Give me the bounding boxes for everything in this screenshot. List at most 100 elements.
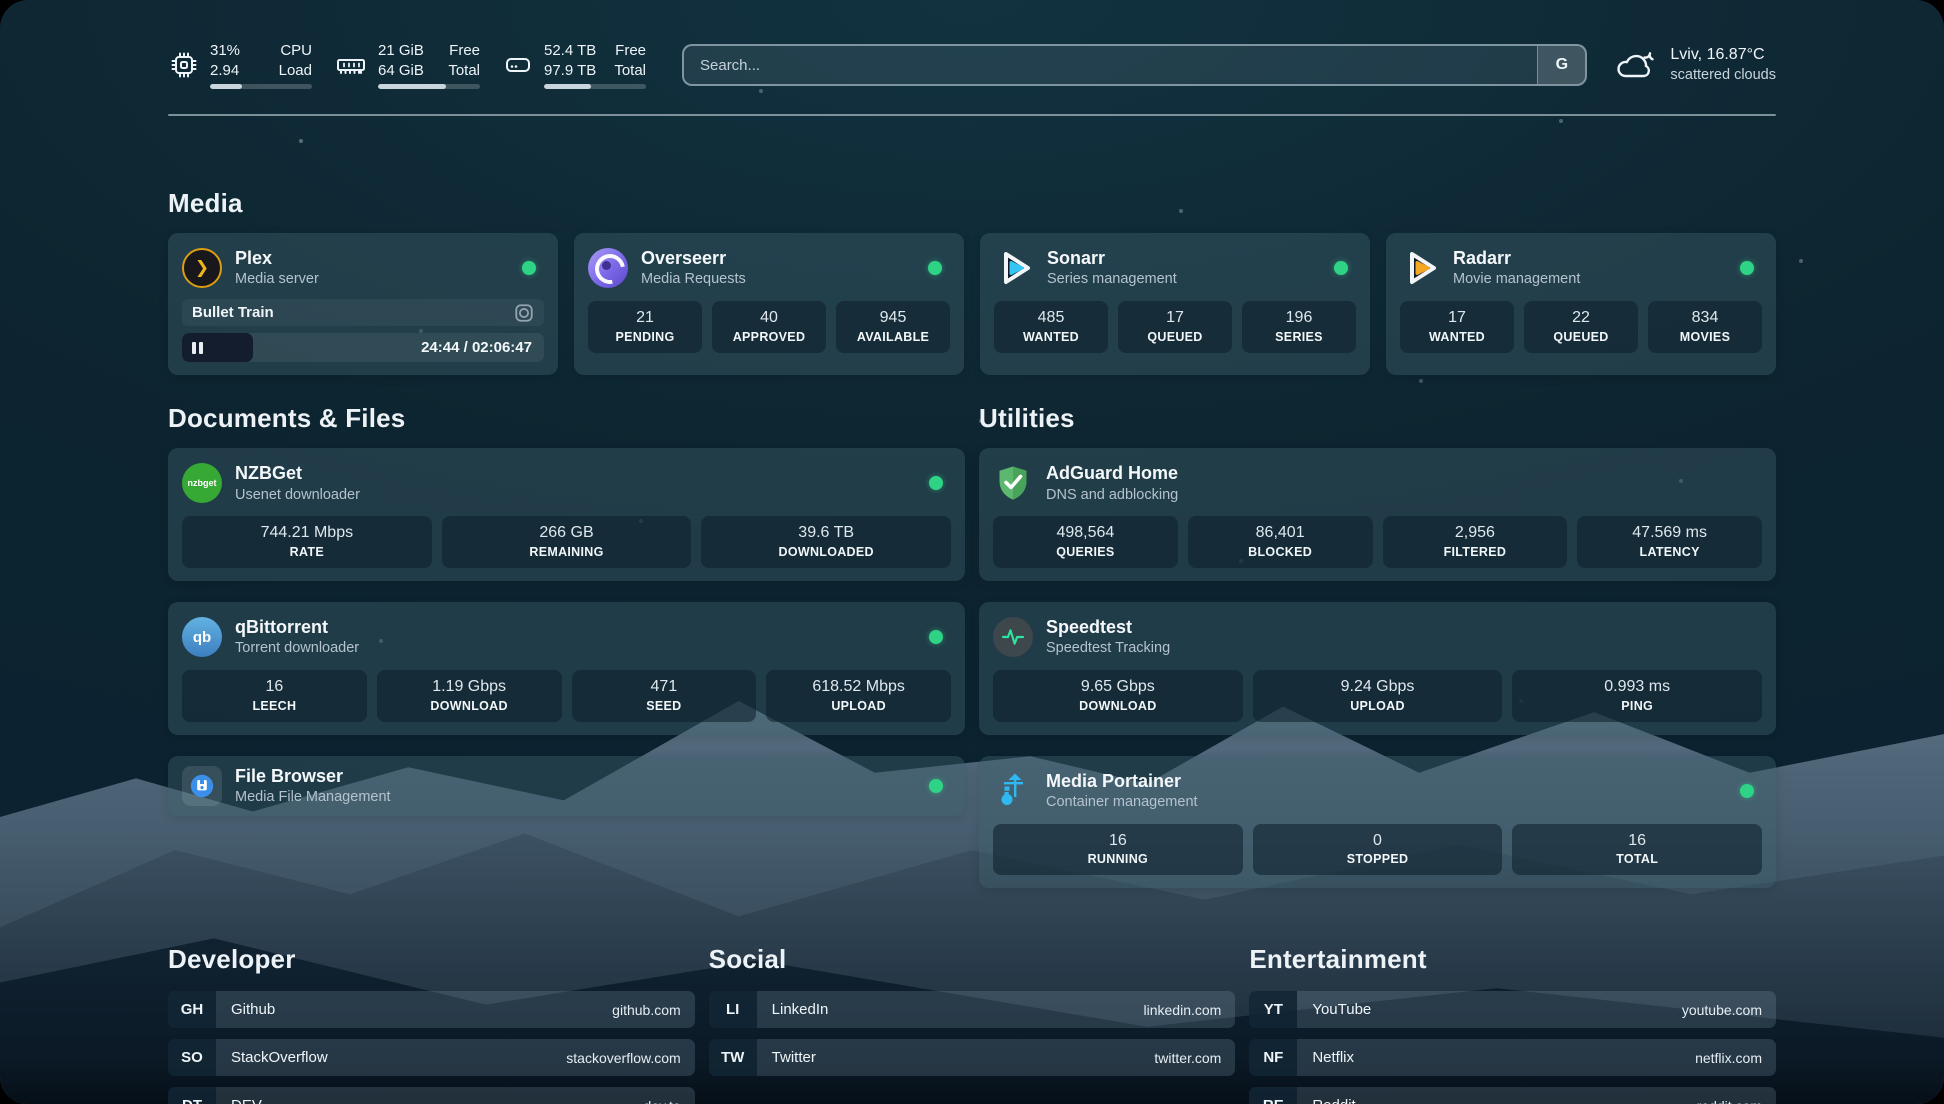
search-engine-button[interactable]: G [1537, 46, 1585, 84]
stat-ping: 0.993 msPING [1512, 670, 1762, 721]
stat-movies: 834MOVIES [1648, 301, 1762, 352]
memory-icon [334, 49, 368, 81]
portainer-card[interactable]: Media Portainer Container management 16R… [979, 756, 1776, 889]
search-bar: G [682, 44, 1587, 86]
disk-stat-group: 52.4 TB 97.9 TB Free Total [502, 41, 646, 89]
app-name: Overseerr [641, 247, 746, 270]
bookmark-youtube[interactable]: YT YouTube youtube.com [1249, 991, 1776, 1028]
snow-specks [0, 0, 2, 2]
cpu-usage-label: CPU [279, 41, 312, 61]
qbittorrent-icon: qb [182, 617, 222, 657]
app-name: Radarr [1453, 247, 1580, 270]
memory-free-label: Free [448, 41, 480, 61]
stat-download: 9.65 GbpsDOWNLOAD [993, 670, 1243, 721]
app-description: Media Requests [641, 270, 746, 289]
adguard-card[interactable]: AdGuard Home DNS and adblocking 498,564Q… [979, 448, 1776, 581]
memory-stat-group: 21 GiB 64 GiB Free Total [334, 41, 480, 89]
bookmark-name: DEV [216, 1087, 262, 1104]
app-name: Media Portainer [1046, 770, 1198, 793]
stat-queued: 22QUEUED [1524, 301, 1638, 352]
adguard-icon [993, 463, 1033, 503]
disk-free-value: 52.4 TB [544, 41, 596, 61]
weather-location-temp: Lviv, 16.87°C [1670, 44, 1776, 66]
stat-series: 196SERIES [1242, 301, 1356, 352]
stat-wanted: 17WANTED [1400, 301, 1514, 352]
online-status-dot [1334, 261, 1348, 275]
section-title-documents: Documents & Files [168, 403, 965, 434]
filebrowser-card[interactable]: File Browser Media File Management [168, 756, 965, 816]
memory-progress-bar [378, 84, 480, 89]
bookmark-netflix[interactable]: NF Netflix netflix.com [1249, 1039, 1776, 1076]
plex-card[interactable]: ❯ Plex Media server Bullet Train [168, 233, 558, 375]
cpu-load-label: Load [279, 61, 312, 81]
app-description: Usenet downloader [235, 486, 360, 505]
stat-upload: 9.24 GbpsUPLOAD [1253, 670, 1503, 721]
weather-widget[interactable]: Lviv, 16.87°C scattered clouds [1613, 44, 1776, 85]
app-name: Speedtest [1046, 616, 1170, 639]
cpu-progress-bar [210, 84, 312, 89]
radarr-card[interactable]: Radarr Movie management 17WANTED 22QUEUE… [1386, 233, 1776, 375]
bookmark-url: linkedin.com [1144, 991, 1236, 1028]
bookmark-name: LinkedIn [757, 991, 829, 1028]
stat-blocked: 86,401BLOCKED [1188, 516, 1373, 567]
playback-progress-bar[interactable]: 24:44 / 02:06:47 [182, 333, 544, 362]
search-input[interactable] [682, 44, 1587, 86]
online-status-dot [1740, 261, 1754, 275]
section-title-entertainment: Entertainment [1249, 944, 1776, 975]
online-status-dot [522, 261, 536, 275]
bookmark-group-developer: Developer GH Github github.com SO StackO… [168, 944, 695, 1104]
sonarr-icon [994, 248, 1034, 288]
bookmark-twitter[interactable]: TW Twitter twitter.com [709, 1039, 1236, 1076]
bookmark-name: Twitter [757, 1039, 816, 1076]
bookmark-name: Reddit [1297, 1087, 1355, 1104]
stat-leech: 16LEECH [182, 670, 367, 721]
portainer-icon [993, 771, 1033, 811]
speedtest-card[interactable]: Speedtest Speedtest Tracking 9.65 GbpsDO… [979, 602, 1776, 735]
bookmark-dev[interactable]: DT DEV dev.to [168, 1087, 695, 1104]
bookmark-abbr: RE [1249, 1087, 1297, 1104]
overseerr-card[interactable]: Overseerr Media Requests 21PENDING 40APP… [574, 233, 964, 375]
app-description: Torrent downloader [235, 639, 359, 658]
qbittorrent-card[interactable]: qb qBittorrent Torrent downloader 16LEEC… [168, 602, 965, 735]
disk-icon [502, 49, 534, 81]
bookmark-linkedin[interactable]: LI LinkedIn linkedin.com [709, 991, 1236, 1028]
bookmark-abbr: YT [1249, 991, 1297, 1028]
bookmark-url: stackoverflow.com [566, 1039, 694, 1076]
bookmark-name: Netflix [1297, 1039, 1354, 1076]
header-divider [168, 114, 1776, 116]
stat-approved: 40APPROVED [712, 301, 826, 352]
stat-total: 16TOTAL [1512, 824, 1762, 875]
weather-condition: scattered clouds [1670, 66, 1776, 86]
speedtest-icon [993, 617, 1033, 657]
app-name: AdGuard Home [1046, 462, 1178, 485]
memory-total-label: Total [448, 61, 480, 81]
bookmark-name: Github [216, 991, 275, 1028]
memory-free-value: 21 GiB [378, 41, 424, 61]
stat-remaining: 266 GBREMAINING [442, 516, 692, 567]
bookmark-stackoverflow[interactable]: SO StackOverflow stackoverflow.com [168, 1039, 695, 1076]
stat-download: 1.19 GbpsDOWNLOAD [377, 670, 562, 721]
pause-icon [192, 342, 196, 354]
bookmark-reddit[interactable]: RE Reddit reddit.com [1249, 1087, 1776, 1104]
stat-stopped: 0STOPPED [1253, 824, 1503, 875]
bookmark-abbr: TW [709, 1039, 757, 1076]
playback-time: 24:44 / 02:06:47 [421, 333, 532, 362]
now-playing-title: Bullet Train [192, 304, 274, 321]
bookmark-abbr: GH [168, 991, 216, 1028]
online-status-dot [929, 630, 943, 644]
online-status-dot [929, 779, 943, 793]
disk-progress-bar [544, 84, 646, 89]
stat-upload: 618.52 MbpsUPLOAD [766, 670, 951, 721]
stat-seed: 471SEED [572, 670, 757, 721]
sonarr-card[interactable]: Sonarr Series management 485WANTED 17QUE… [980, 233, 1370, 375]
app-name: File Browser [235, 765, 391, 788]
bookmark-name: YouTube [1297, 991, 1371, 1028]
top-bar: 31% 2.94 CPU Load [168, 36, 1776, 94]
app-name: Plex [235, 247, 319, 270]
bookmark-github[interactable]: GH Github github.com [168, 991, 695, 1028]
app-description: Media File Management [235, 788, 391, 807]
stat-running: 16RUNNING [993, 824, 1243, 875]
nzbget-card[interactable]: nzbget NZBGet Usenet downloader 744.21 M… [168, 448, 965, 581]
now-playing-row: Bullet Train [182, 299, 544, 326]
online-status-dot [929, 476, 943, 490]
